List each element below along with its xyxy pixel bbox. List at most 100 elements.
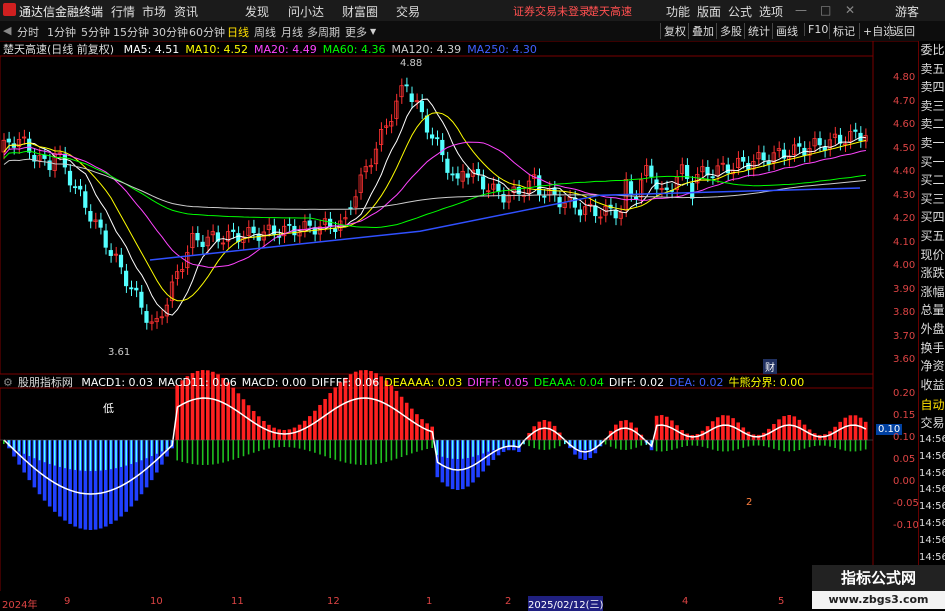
period-tab-monthly[interactable]: 月线 [281, 24, 303, 40]
menu-options[interactable]: 选项 [759, 3, 783, 20]
indicator-sub-bar [380, 440, 382, 463]
menu-market[interactable]: 市场 [142, 3, 166, 20]
menu-function[interactable]: 功能 [666, 3, 690, 20]
statistics-button[interactable]: 统计 [744, 23, 773, 39]
menu-formula[interactable]: 公式 [728, 3, 752, 20]
order-book-item[interactable]: 卖一 [919, 134, 945, 153]
menu-quotes[interactable]: 行情 [111, 3, 135, 20]
candle-body [288, 224, 291, 225]
close-icon[interactable]: ✕ [845, 3, 855, 17]
indicator-sub-bar [340, 440, 342, 461]
indicator-sub-bar [248, 440, 250, 454]
period-tab-60min[interactable]: 60分钟 [189, 24, 225, 40]
indicator-sub-bar [457, 440, 459, 459]
marker-2a: 2 [746, 497, 752, 508]
overlay-button[interactable]: 叠加 [688, 23, 717, 39]
menu-ask[interactable]: 问小达 [288, 3, 324, 20]
menu-discover[interactable]: 发现 [245, 3, 269, 20]
more-dropdown-icon[interactable]: ▼ [370, 27, 376, 36]
multi-stock-button[interactable]: 多股 [716, 23, 745, 39]
indicator-sub-bar [161, 440, 163, 451]
order-book-item[interactable]: 外盘 [919, 320, 945, 339]
menu-wealth[interactable]: 财富圈 [342, 3, 378, 20]
order-book-item[interactable]: 收益 [919, 376, 945, 395]
minimize-icon[interactable]: — [795, 3, 807, 17]
order-book-item[interactable]: 买二 [919, 171, 945, 190]
trade-panel: 自动 交易 14:5614:5614:5614:5614:5614:5614:5… [918, 396, 945, 586]
order-book-item[interactable]: 卖四 [919, 78, 945, 97]
period-tab-multi[interactable]: 多周期 [307, 24, 340, 40]
draw-line-button[interactable]: 画线 [772, 23, 801, 39]
indicator-bar [232, 388, 236, 440]
indicator-legend-2: MACD: 0.00 [242, 376, 307, 389]
maximize-icon[interactable]: □ [820, 3, 831, 17]
kline-chart[interactable] [0, 41, 918, 591]
order-book-item[interactable]: 买一 [919, 153, 945, 172]
order-book-item[interactable]: 换手 [919, 339, 945, 358]
candle-body [854, 130, 857, 131]
period-tab-15min[interactable]: 15分钟 [113, 24, 149, 40]
tick-time: 14:56 [919, 482, 945, 499]
indicator-sub-bar [39, 440, 41, 460]
candle-body [405, 85, 408, 86]
order-book-item[interactable]: 卖二 [919, 115, 945, 134]
mark-button[interactable]: 标记 [829, 23, 858, 39]
auto-button[interactable]: 自动 [919, 396, 945, 414]
indicator-sub-bar [59, 440, 61, 467]
left-arrow-icon[interactable]: ◀ [3, 24, 11, 37]
price-axis-label: 4.60 [893, 119, 915, 130]
order-book-item[interactable]: 现价 [919, 246, 945, 265]
order-book-item[interactable]: 买三 [919, 190, 945, 209]
order-book-item[interactable]: 净资 [919, 357, 945, 376]
back-button[interactable]: 返回 [889, 23, 918, 39]
indicator-sub-bar [467, 440, 469, 458]
menu-news[interactable]: 资讯 [174, 3, 198, 20]
indicator-sub-bar [64, 440, 66, 468]
menu-layout[interactable]: 版面 [697, 3, 721, 20]
order-book-item[interactable]: 涨幅 [919, 283, 945, 302]
finance-marker[interactable]: 财 [763, 359, 777, 374]
period-tab-weekly[interactable]: 周线 [254, 24, 276, 40]
f10-button[interactable]: F10 [804, 23, 831, 36]
order-book-item[interactable]: 买四 [919, 208, 945, 227]
indicator-bar [538, 422, 542, 440]
indicator-bar [323, 399, 327, 440]
indicator-bar [308, 416, 312, 440]
indicator-sub-bar [329, 440, 331, 458]
indicator-sub-bar [579, 440, 581, 450]
order-book-item[interactable]: 涨跌 [919, 264, 945, 283]
order-book-item[interactable]: 总量 [919, 301, 945, 320]
title-bar: 通达信金融终端 行情 市场 资讯 发现 问小达 财富圈 交易 证券交易未登录 楚… [0, 0, 945, 22]
indicator-sub-bar [824, 440, 826, 446]
period-tab-timeline[interactable]: 分时 [17, 24, 39, 40]
candle-body [476, 169, 479, 174]
candle-body [89, 211, 92, 221]
period-tab-5min[interactable]: 5分钟 [81, 24, 110, 40]
order-book-item[interactable]: 卖三 [919, 97, 945, 116]
price-axis-label: 4.20 [893, 213, 915, 224]
indicator-sub-bar [727, 440, 729, 451]
period-tab-more[interactable]: 更多 [345, 24, 367, 40]
period-tab-30min[interactable]: 30分钟 [152, 24, 188, 40]
indicator-sub-bar [324, 440, 326, 456]
order-book-item[interactable]: 卖五 [919, 60, 945, 79]
login-notice[interactable]: 证券交易未登录 [513, 3, 590, 19]
candle-body [196, 233, 199, 240]
indicator-bar [395, 391, 399, 440]
candle-body [145, 311, 148, 322]
trade-button[interactable]: 交易 [919, 414, 945, 432]
settings-circle-icon[interactable]: ⚙ [3, 376, 13, 389]
indicator-sub-bar [656, 440, 658, 451]
menu-trade[interactable]: 交易 [396, 3, 420, 20]
indicator-sub-bar [671, 440, 673, 450]
indicator-sub-bar [758, 440, 760, 446]
indicator-sub-bar [625, 440, 627, 450]
period-tab-daily[interactable]: 日线 [227, 24, 249, 40]
adjust-button[interactable]: 复权 [660, 23, 689, 39]
candle-body [84, 192, 87, 208]
period-tab-1min[interactable]: 1分钟 [47, 24, 76, 40]
indicator-bar [777, 419, 781, 440]
order-book-item[interactable]: 委比 [919, 41, 945, 60]
user-label[interactable]: 游客 [895, 3, 919, 20]
order-book-item[interactable]: 买五 [919, 227, 945, 246]
